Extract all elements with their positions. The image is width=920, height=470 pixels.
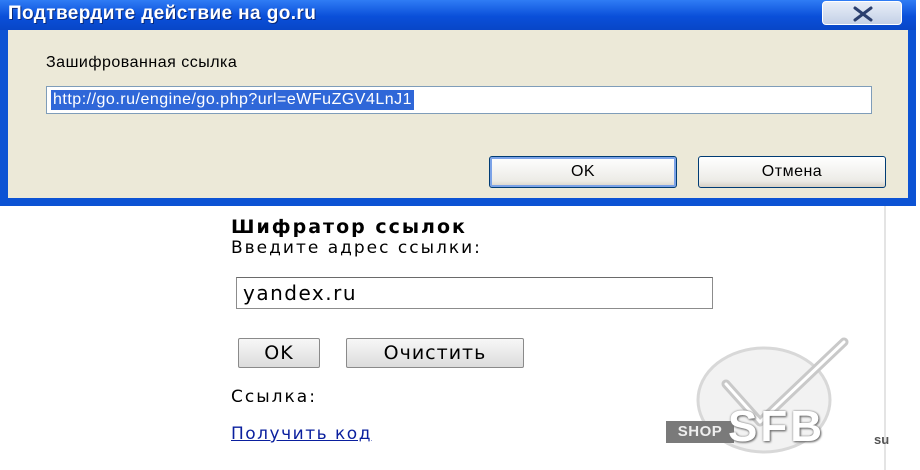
dialog-titlebar[interactable]: Подтвердите действие на go.ru — [0, 0, 916, 30]
close-icon — [853, 6, 873, 22]
page-ok-button[interactable]: OK — [238, 338, 320, 368]
address-input[interactable]: yandex.ru — [236, 277, 713, 309]
confirm-dialog: Подтвердите действие на go.ru Зашифрован… — [0, 0, 916, 206]
dialog-ok-button[interactable]: OK — [489, 156, 677, 188]
watermark-logo: SFB — [728, 402, 825, 451]
dialog-close-button[interactable] — [822, 1, 902, 25]
address-prompt: Введите адрес ссылки: — [231, 238, 482, 258]
clear-button[interactable]: Очистить — [346, 338, 524, 368]
dialog-body: Зашифрованная ссылка http://go.ru/engine… — [8, 30, 908, 198]
result-label: Ссылка: — [231, 387, 317, 407]
encrypted-link-label: Зашифрованная ссылка — [46, 54, 238, 71]
dialog-title: Подтвердите действие на go.ru — [8, 3, 317, 24]
encrypted-link-value: http://go.ru/engine/go.php?url=eWFuZGV4L… — [51, 90, 415, 110]
watermark-shop: SHOP — [666, 421, 734, 443]
dialog-cancel-button[interactable]: Отмена — [698, 156, 886, 188]
encrypted-link-field[interactable]: http://go.ru/engine/go.php?url=eWFuZGV4L… — [46, 86, 872, 114]
page-title: Шифратор ссылок — [231, 216, 467, 238]
watermark-su: su — [874, 432, 890, 447]
get-code-link[interactable]: Получить код — [231, 424, 372, 444]
